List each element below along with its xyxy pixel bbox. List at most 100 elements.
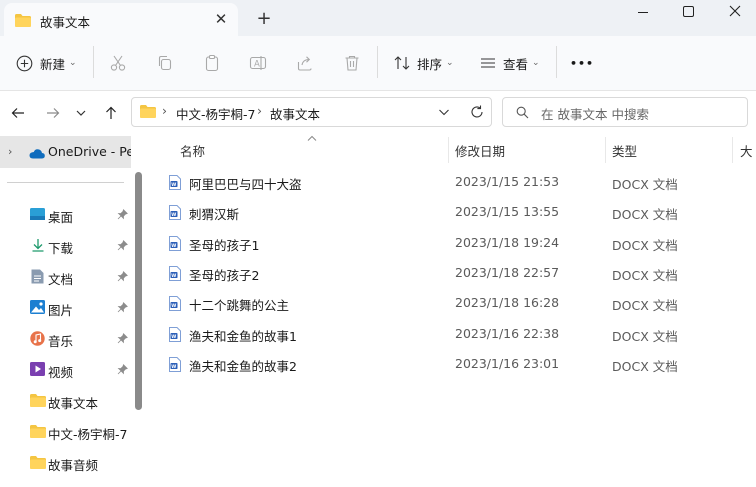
- divider: [7, 182, 124, 183]
- breadcrumb-separator: ›: [257, 103, 262, 118]
- file-row[interactable]: W 阿里巴巴与四十大盗 2023/1/15 21:53 DOCX 文档: [160, 167, 756, 197]
- minimize-icon[interactable]: [620, 0, 666, 26]
- forward-icon[interactable]: [40, 100, 66, 126]
- sidebar-item-label: 中文-杨宇桐-7: [48, 427, 128, 442]
- column-divider[interactable]: [605, 137, 606, 163]
- sidebar-item-music[interactable]: 音乐: [0, 324, 132, 352]
- sidebar-item-label: 桌面: [48, 210, 74, 225]
- copy-icon: [158, 55, 172, 71]
- breadcrumb-segment[interactable]: 中文-杨宇桐-7: [176, 104, 255, 123]
- rename-button[interactable]: A: [249, 49, 267, 77]
- file-row[interactable]: W 圣母的孩子2 2023/1/18 22:57 DOCX 文档: [160, 258, 756, 288]
- sidebar-item-onedrive[interactable]: › OneDrive - Per: [0, 136, 131, 168]
- column-header-type[interactable]: 类型: [612, 138, 637, 162]
- share-icon: [297, 56, 312, 71]
- copy-button[interactable]: [156, 49, 174, 77]
- divider: [556, 46, 557, 78]
- sidebar-item-desktop[interactable]: 桌面: [0, 200, 132, 228]
- recent-locations-icon[interactable]: [68, 100, 94, 126]
- sort-button[interactable]: 排序 ⌄: [393, 49, 454, 77]
- pin-icon[interactable]: [117, 208, 128, 223]
- sidebar-item-chinese-folder[interactable]: 中文-杨宇桐-7: [0, 417, 132, 445]
- sidebar-item-pictures[interactable]: 图片: [0, 293, 132, 321]
- rename-icon: A: [249, 56, 267, 70]
- file-name: 刺猬汉斯: [189, 207, 240, 223]
- folder-icon: [15, 14, 31, 30]
- tab-title: 故事文本: [40, 15, 91, 30]
- column-divider[interactable]: [448, 137, 449, 163]
- pin-icon[interactable]: [117, 239, 128, 254]
- picture-icon: [30, 300, 45, 317]
- close-tab-icon[interactable]: ✕: [210, 8, 232, 30]
- search-icon: [516, 106, 529, 122]
- folder-icon: [30, 456, 46, 472]
- pin-icon[interactable]: [117, 332, 128, 347]
- folder-icon: [140, 105, 156, 121]
- pin-icon[interactable]: [117, 301, 128, 316]
- sidebar-item-documents[interactable]: 文档: [0, 262, 132, 290]
- divider: [93, 46, 94, 78]
- cut-button[interactable]: [109, 49, 127, 77]
- address-bar[interactable]: › 中文-杨宇桐-7 › 故事文本: [131, 97, 492, 127]
- svg-text:W: W: [171, 364, 176, 370]
- pin-icon[interactable]: [117, 270, 128, 285]
- svg-text:W: W: [171, 273, 176, 279]
- file-row[interactable]: W 刺猬汉斯 2023/1/15 13:55 DOCX 文档: [160, 197, 756, 227]
- sort-icon: [394, 56, 410, 70]
- paste-button[interactable]: [203, 49, 221, 77]
- sidebar-item-story-audio[interactable]: 故事音频: [0, 448, 132, 476]
- file-row[interactable]: W 十二个跳舞的公主 2023/1/18 16:28 DOCX 文档: [160, 288, 756, 318]
- sort-label: 排序: [417, 56, 443, 72]
- file-name: 渔夫和金鱼的故事2: [189, 358, 297, 374]
- view-button[interactable]: 查看 ⌄: [479, 49, 540, 77]
- file-date: 2023/1/16 23:01: [455, 355, 560, 371]
- column-header-size[interactable]: 大: [740, 138, 753, 162]
- docx-file-icon: W: [169, 356, 181, 375]
- file-type: DOCX 文档: [612, 207, 678, 223]
- expand-chevron-icon[interactable]: ›: [8, 145, 12, 158]
- file-date: 2023/1/18 22:57: [455, 264, 560, 280]
- maximize-icon[interactable]: [666, 0, 712, 26]
- desktop-icon: [30, 208, 45, 223]
- sidebar-item-story-text[interactable]: 故事文本: [0, 386, 132, 414]
- pin-icon[interactable]: [117, 363, 128, 378]
- column-divider[interactable]: [732, 137, 733, 163]
- file-type: DOCX 文档: [612, 328, 678, 344]
- svg-text:W: W: [171, 333, 176, 339]
- file-row[interactable]: W 渔夫和金鱼的故事2 2023/1/16 23:01 DOCX 文档: [160, 349, 756, 379]
- file-date: 2023/1/15 13:55: [455, 204, 560, 220]
- back-icon[interactable]: [5, 100, 31, 126]
- file-name: 圣母的孩子1: [189, 237, 260, 253]
- new-tab-button[interactable]: +: [252, 7, 276, 31]
- share-button[interactable]: [296, 49, 314, 77]
- more-options-button[interactable]: •••: [570, 49, 594, 77]
- folder-icon: [30, 425, 46, 441]
- file-row[interactable]: W 圣母的孩子1 2023/1/18 19:24 DOCX 文档: [160, 228, 756, 258]
- close-window-icon[interactable]: [712, 0, 756, 26]
- breadcrumb-segment[interactable]: 故事文本: [270, 104, 320, 123]
- sidebar-scrollbar[interactable]: [135, 172, 142, 410]
- tab-story-text[interactable]: 故事文本 ✕: [4, 3, 238, 36]
- file-type: DOCX 文档: [612, 358, 678, 374]
- video-icon: [30, 362, 45, 379]
- refresh-icon[interactable]: [469, 104, 485, 123]
- docx-file-icon: W: [169, 326, 181, 345]
- docx-file-icon: W: [169, 265, 181, 284]
- sidebar-item-label: 故事音频: [48, 458, 99, 473]
- sidebar-item-downloads[interactable]: 下载: [0, 231, 132, 259]
- new-button[interactable]: 新建 ⌄: [16, 49, 77, 77]
- search-box[interactable]: 在 故事文本 中搜索: [502, 97, 748, 127]
- column-header-name[interactable]: 名称: [180, 138, 205, 162]
- address-dropdown-icon[interactable]: [437, 105, 451, 122]
- up-icon[interactable]: [98, 100, 124, 126]
- svg-text:W: W: [171, 182, 176, 188]
- docx-file-icon: W: [169, 296, 181, 314]
- column-header-date[interactable]: 修改日期: [455, 138, 505, 162]
- file-type: DOCX 文档: [612, 237, 678, 253]
- delete-button[interactable]: [343, 49, 361, 77]
- navigation-pane: › OneDrive - Per 桌面 下载 文档 图片 音乐 视频 故事文本: [0, 134, 147, 487]
- view-label: 查看: [503, 56, 529, 72]
- file-row[interactable]: W 渔夫和金鱼的故事1 2023/1/16 22:38 DOCX 文档: [160, 319, 756, 349]
- sidebar-item-videos[interactable]: 视频: [0, 355, 132, 383]
- file-date: 2023/1/16 22:38: [455, 325, 560, 341]
